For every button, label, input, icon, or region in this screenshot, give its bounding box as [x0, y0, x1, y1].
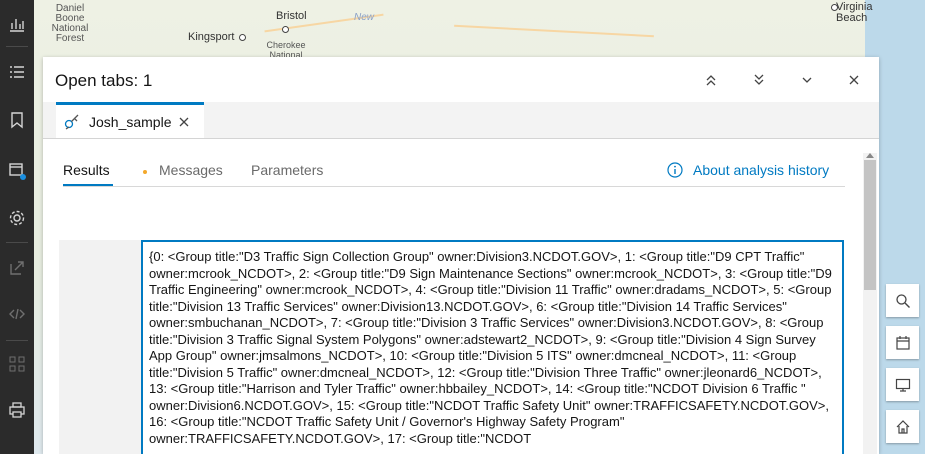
monitor-icon — [895, 378, 910, 392]
apps-button[interactable] — [0, 344, 34, 384]
result-subtabs: Results Messages Parameters About analys… — [63, 139, 845, 187]
result-output: {0: <Group title:"D3 Traffic Sign Collec… — [59, 240, 844, 454]
settings-icon — [9, 210, 25, 226]
home-tool-button[interactable] — [886, 410, 919, 443]
active-tab-indicator — [63, 184, 113, 186]
chart-icon — [10, 19, 24, 32]
info-icon — [667, 162, 683, 178]
collapse-all-button[interactable] — [697, 66, 725, 94]
apps-icon — [9, 356, 25, 372]
monitor-tool-button[interactable] — [886, 368, 919, 401]
panel-scrollbar[interactable] — [863, 153, 877, 454]
left-toolbar — [0, 0, 34, 454]
messages-warning-dot — [143, 170, 147, 174]
subtab-messages[interactable]: Messages — [159, 162, 223, 178]
map-label-new: New — [354, 12, 375, 23]
tab-content: Results Messages Parameters About analys… — [43, 139, 879, 454]
minimize-button[interactable] — [793, 66, 821, 94]
analysis-history-button[interactable] — [0, 150, 34, 190]
home-icon — [896, 419, 909, 434]
about-link-label: About analysis history — [693, 162, 830, 178]
map-label-virginia-beach: Virginia Beach — [836, 1, 873, 24]
notification-dot — [20, 174, 26, 180]
search-icon — [895, 293, 910, 308]
tab-josh-sample[interactable]: Josh_sample — [56, 102, 204, 138]
map-label-bristol: Bristol — [276, 10, 307, 22]
analysis-tool-icon — [64, 114, 79, 130]
code-button[interactable] — [0, 294, 34, 334]
map-label-forest: Daniel Boone National Forest — [51, 3, 89, 44]
analysis-history-panel: Open tabs: 1 Josh_sample Results Message… — [43, 57, 879, 454]
chart-button[interactable] — [0, 4, 34, 44]
scroll-up-arrow[interactable] — [866, 153, 874, 158]
list-icon — [10, 66, 24, 78]
scroll-thumb[interactable] — [864, 160, 876, 290]
layers-tool-button[interactable] — [886, 326, 919, 359]
share-icon — [10, 261, 24, 275]
about-analysis-history-link[interactable]: About analysis history — [667, 162, 829, 178]
chevrons-up-icon — [706, 75, 716, 86]
code-icon — [9, 308, 25, 320]
search-tool-button[interactable] — [886, 284, 919, 317]
bookmark-icon — [11, 112, 23, 129]
bookmark-button[interactable] — [0, 100, 34, 140]
subtab-results[interactable]: Results — [63, 162, 110, 178]
close-panel-button[interactable] — [840, 66, 868, 94]
result-text[interactable]: {0: <Group title:"D3 Traffic Sign Collec… — [141, 240, 844, 454]
close-tab-icon[interactable] — [178, 116, 190, 128]
settings-button[interactable] — [0, 198, 34, 238]
result-gutter — [59, 240, 141, 454]
chevron-down-icon — [802, 77, 812, 83]
close-icon — [849, 75, 859, 85]
share-button[interactable] — [0, 248, 34, 288]
chevrons-down-icon — [754, 74, 764, 85]
subtab-parameters[interactable]: Parameters — [251, 162, 323, 178]
tab-label: Josh_sample — [89, 113, 172, 130]
panel-title: Open tabs: 1 — [55, 71, 153, 90]
print-icon — [9, 402, 25, 418]
map-label-kingsport: Kingsport — [188, 31, 235, 43]
list-button[interactable] — [0, 52, 34, 92]
document-tabstrip: Josh_sample — [43, 102, 879, 139]
panel-header: Open tabs: 1 — [43, 57, 879, 102]
layers-icon — [895, 335, 910, 350]
print-button[interactable] — [0, 390, 34, 430]
expand-all-button[interactable] — [745, 66, 773, 94]
